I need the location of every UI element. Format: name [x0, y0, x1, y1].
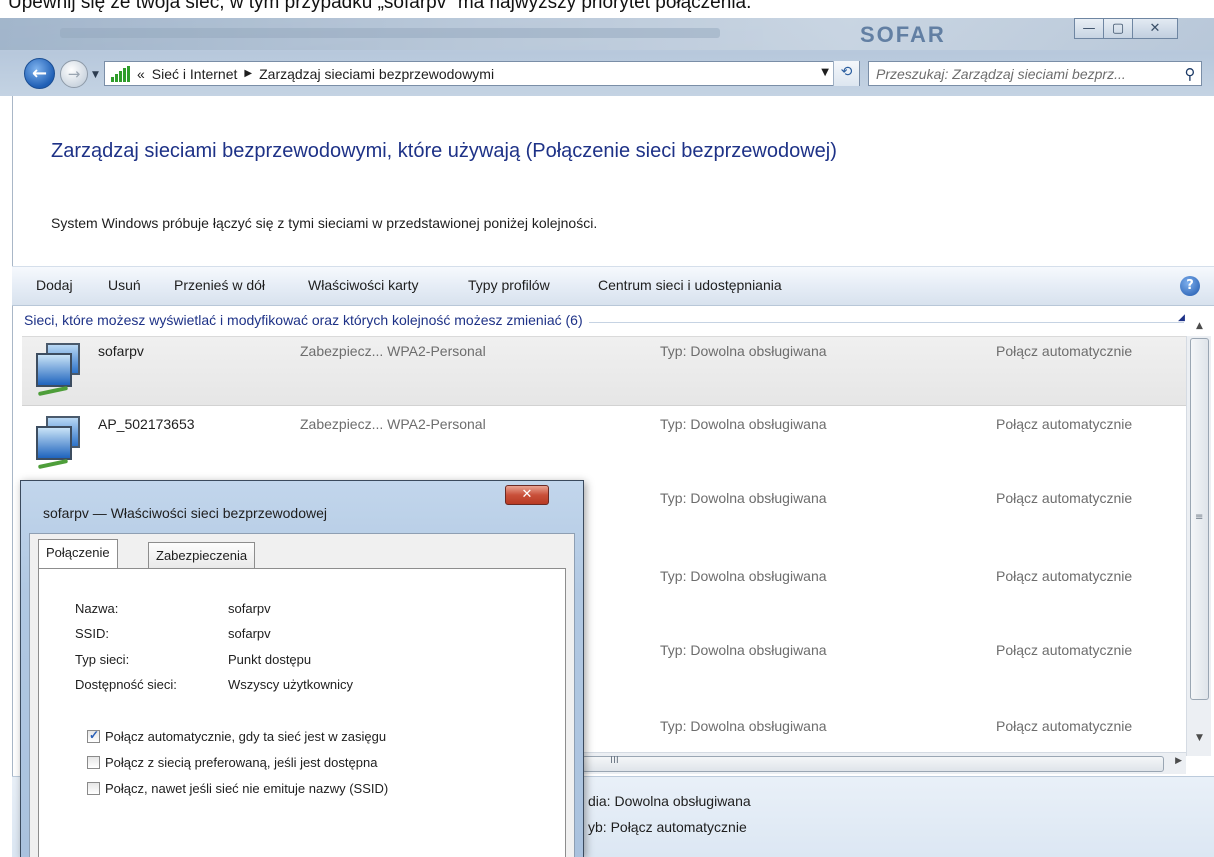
page-description: System Windows próbuje łączyć się z tymi…: [51, 215, 598, 231]
window-controls: — ▢ ✕: [1074, 18, 1178, 39]
network-row[interactable]: AP_502173653 Zabezpiecz... WPA2-Personal…: [22, 410, 1186, 480]
property-label: SSID:: [75, 626, 109, 641]
network-security: Zabezpiecz... WPA2-Personal: [300, 416, 486, 432]
maximize-button[interactable]: ▢: [1103, 18, 1133, 39]
property-label: Dostępność sieci:: [75, 677, 177, 692]
help-icon[interactable]: ?: [1180, 276, 1200, 296]
refresh-button[interactable]: ⟲: [833, 61, 859, 86]
auto-connect-checkbox[interactable]: Połącz automatycznie, gdy ta sieć jest w…: [87, 728, 387, 744]
command-toolbar: Dodaj Usuń Przenieś w dół Właściwości ka…: [12, 266, 1214, 306]
forward-button[interactable]: →: [60, 60, 88, 88]
tab-panel-connection: Nazwa: sofarpv SSID: sofarpv Typ sieci: …: [38, 568, 566, 857]
network-type: Typ: Dowolna obsługiwana: [660, 343, 827, 359]
horizontal-scroll-thumb[interactable]: [582, 756, 1164, 772]
scroll-right-arrow-icon[interactable]: ▶: [1175, 756, 1182, 766]
network-connect-mode: Połącz automatycznie: [996, 718, 1133, 734]
scroll-grip-icon: ≡: [1195, 512, 1204, 523]
network-sharing-center-button[interactable]: Centrum sieci i udostępniania: [598, 277, 782, 293]
window-close-button[interactable]: ✕: [1132, 18, 1178, 39]
details-media: dia: Dowolna obsługiwana: [588, 793, 751, 809]
property-value: Punkt dostępu: [228, 652, 312, 667]
property-value: sofarpv: [228, 601, 271, 616]
network-connect-mode: Połącz automatycznie: [996, 568, 1133, 584]
network-name: sofarpv: [98, 343, 144, 359]
breadcrumb-item-network-internet[interactable]: Sieć i Internet: [152, 66, 238, 82]
network-security: Zabezpiecz... WPA2-Personal: [300, 343, 486, 359]
search-input[interactable]: Przeszukaj: Zarządzaj sieciami bezprz...…: [868, 61, 1202, 86]
remove-button[interactable]: Usuń: [108, 277, 141, 293]
address-dropdown-icon[interactable]: ▼: [821, 67, 829, 78]
title-bar-blurred-text: [60, 28, 720, 38]
property-label: Typ sieci:: [75, 652, 130, 667]
page-title: Zarządzaj sieciami bezprzewodowymi, któr…: [51, 140, 837, 162]
add-button[interactable]: Dodaj: [36, 277, 73, 293]
scroll-up-arrow-icon[interactable]: ▲: [1187, 318, 1212, 334]
breadcrumb: « Sieć i Internet ▶ Zarządzaj sieciami b…: [137, 66, 494, 82]
back-button[interactable]: ←: [24, 58, 55, 89]
property-value: Wszyscy użytkownicy: [228, 677, 353, 692]
network-type: Typ: Dowolna obsługiwana: [660, 718, 827, 734]
property-label: Nazwa:: [75, 601, 119, 616]
checkbox-label: Połącz, nawet jeśli sieć nie emituje naz…: [105, 781, 389, 796]
network-connect-mode: Połącz automatycznie: [996, 490, 1133, 506]
dialog-body: Połączenie Zabezpieczenia Nazwa: sofarpv…: [29, 533, 575, 857]
tab-connection[interactable]: Połączenie: [38, 539, 118, 568]
scroll-grip-icon: III: [610, 755, 619, 766]
checkbox-box[interactable]: [87, 782, 100, 795]
move-down-button[interactable]: Przenieś w dół: [174, 277, 265, 293]
properties-dialog: sofarpv — Właściwości sieci bezprzewodow…: [20, 480, 584, 857]
checkbox-label: Połącz z siecią preferowaną, jeśli jest …: [105, 755, 378, 770]
address-bar[interactable]: « Sieć i Internet ▶ Zarządzaj sieciami b…: [104, 61, 860, 86]
dialog-close-button[interactable]: ✕: [505, 485, 549, 505]
scroll-down-arrow-icon[interactable]: ▼: [1187, 730, 1212, 746]
wireless-network-icon: [34, 343, 86, 397]
network-connect-mode: Połącz automatycznie: [996, 416, 1133, 432]
vertical-scrollbar[interactable]: ≡ ▲ ▼: [1186, 321, 1212, 756]
network-type: Typ: Dowolna obsługiwana: [660, 490, 827, 506]
recent-pages-dropdown-icon[interactable]: ▼: [92, 70, 99, 80]
breadcrumb-overflow[interactable]: «: [137, 66, 145, 82]
network-type: Typ: Dowolna obsługiwana: [660, 642, 827, 658]
network-connect-mode: Połącz automatycznie: [996, 642, 1133, 658]
title-bar: [0, 18, 1214, 50]
search-icon[interactable]: ⚲: [1179, 65, 1201, 83]
navigation-row: ← → ▼ « Sieć i Internet ▶ Zarządzaj siec…: [0, 56, 1214, 92]
network-name: AP_502173653: [98, 416, 195, 432]
collapse-group-icon[interactable]: ◢: [1178, 313, 1185, 323]
profile-types-button[interactable]: Typy profilów: [468, 277, 550, 293]
network-type: Typ: Dowolna obsługiwana: [660, 568, 827, 584]
network-type: Typ: Dowolna obsługiwana: [660, 416, 827, 432]
window-chrome: SOFAR — ▢ ✕ ← → ▼ « Sieć i Internet ▶ Za…: [0, 18, 1214, 96]
network-row[interactable]: sofarpv Zabezpiecz... WPA2-Personal Typ:…: [22, 336, 1186, 406]
details-mode: yb: Połącz automatycznie: [588, 819, 747, 835]
breadcrumb-separator-icon[interactable]: ▶: [244, 68, 252, 79]
checkbox-box[interactable]: [87, 756, 100, 769]
search-placeholder: Przeszukaj: Zarządzaj sieciami bezprz...: [876, 65, 1126, 82]
wireless-network-icon: [34, 416, 86, 470]
prefer-network-checkbox[interactable]: Połącz z siecią preferowaną, jeśli jest …: [87, 755, 377, 770]
brand-logo: SOFAR: [860, 22, 946, 47]
adapter-properties-button[interactable]: Właściwości karty: [308, 277, 418, 293]
property-value: sofarpv: [228, 626, 271, 641]
checkbox-box[interactable]: [87, 728, 100, 743]
document-caption: Upewnij się że twoja sieć, w tym przypad…: [8, 0, 752, 13]
dialog-title: sofarpv — Właściwości sieci bezprzewodow…: [43, 505, 327, 521]
hidden-ssid-checkbox[interactable]: Połącz, nawet jeśli sieć nie emituje naz…: [87, 781, 388, 796]
network-signal-icon: [111, 65, 131, 82]
group-header[interactable]: Sieci, które możesz wyświetlać i modyfik…: [24, 312, 589, 328]
checkbox-label: Połącz automatycznie, gdy ta sieć jest w…: [105, 729, 387, 744]
breadcrumb-item-manage-wireless[interactable]: Zarządzaj sieciami bezprzewodowymi: [259, 66, 494, 82]
minimize-button[interactable]: —: [1074, 18, 1104, 39]
tab-security[interactable]: Zabezpieczenia: [148, 542, 256, 568]
network-connect-mode: Połącz automatycznie: [996, 343, 1133, 359]
